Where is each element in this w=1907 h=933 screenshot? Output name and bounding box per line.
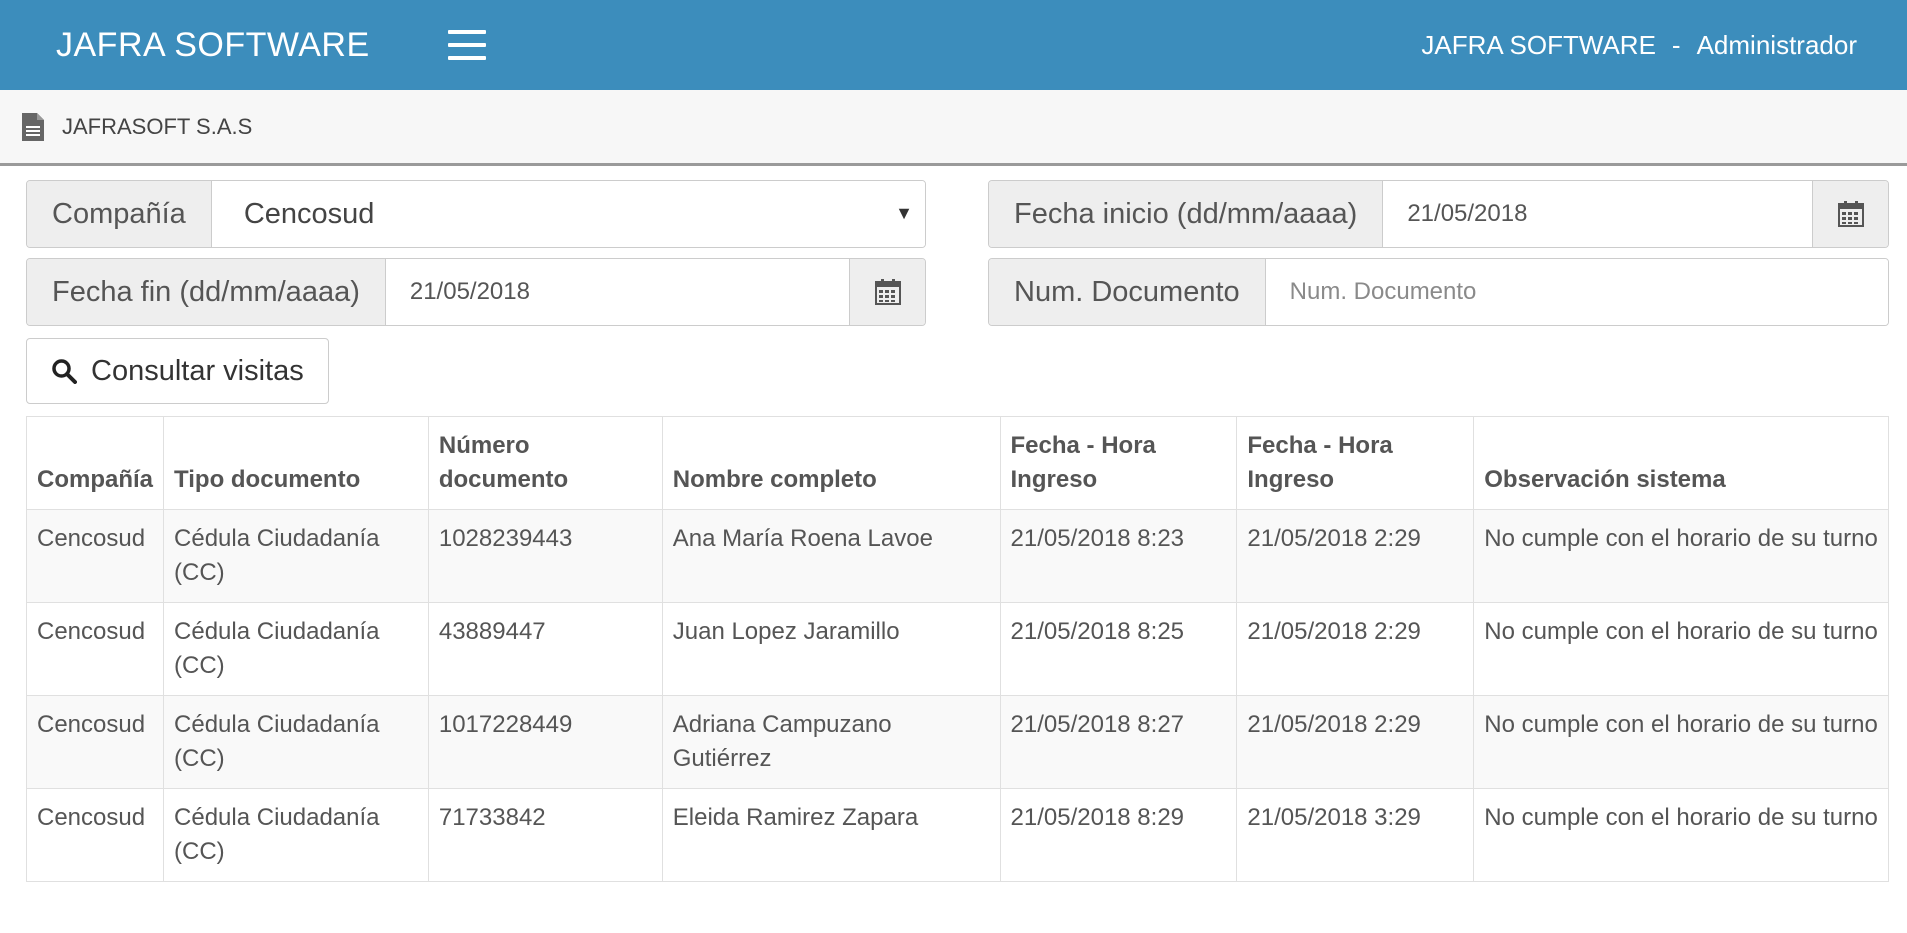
cell-doc-type: Cédula Ciudadanía (CC) bbox=[163, 695, 429, 789]
col-header-entry-2[interactable]: Fecha - Hora Ingreso bbox=[1236, 416, 1475, 510]
visits-table: Compañía Tipo documento Número documento… bbox=[25, 416, 1889, 882]
cell-observation: No cumple con el horario de su turno bbox=[1473, 602, 1889, 696]
company-label: Compañía bbox=[27, 181, 212, 247]
user-menu[interactable]: JAFRA SOFTWARE - Administrador bbox=[1421, 30, 1857, 61]
cell-doc-num: 71733842 bbox=[427, 788, 663, 882]
start-date-input-group: Fecha inicio (dd/mm/aaaa) 21/05/2018 bbox=[988, 180, 1889, 248]
cell-full-name: Eleida Ramirez Zapara bbox=[661, 788, 1001, 882]
user-role: Administrador bbox=[1696, 29, 1857, 60]
start-date-label: Fecha inicio (dd/mm/aaaa) bbox=[989, 181, 1384, 247]
cell-full-name: Adriana Campuzano Gutiérrez bbox=[661, 695, 1001, 789]
calendar-icon bbox=[874, 279, 901, 305]
brand-logo[interactable]: JAFRA SOFTWARE bbox=[56, 26, 370, 65]
start-date-calendar-button[interactable] bbox=[1812, 181, 1888, 247]
cell-entry-2: 21/05/2018 2:29 bbox=[1236, 695, 1475, 789]
cell-company: Cencosud bbox=[25, 602, 165, 696]
cell-entry-1: 21/05/2018 8:27 bbox=[999, 695, 1238, 789]
cell-entry-2: 21/05/2018 2:29 bbox=[1236, 509, 1475, 603]
col-header-observation[interactable]: Observación sistema bbox=[1473, 416, 1889, 510]
col-header-company[interactable]: Compañía bbox=[25, 416, 165, 510]
cell-full-name: Juan Lopez Jaramillo bbox=[661, 602, 1001, 696]
table-row[interactable]: Cencosud Cédula Ciudadanía (CC) 10172284… bbox=[25, 695, 1889, 789]
doc-num-input-group: Num. Documento Num. Documento bbox=[988, 258, 1889, 326]
doc-num-input[interactable]: Num. Documento bbox=[1265, 259, 1888, 325]
doc-num-label: Num. Documento bbox=[989, 259, 1266, 325]
breadcrumb: JAFRASOFT S.A.S bbox=[0, 90, 1907, 166]
company-select-value: Cencosud bbox=[243, 197, 375, 230]
consult-visits-label: Consultar visitas bbox=[91, 354, 304, 387]
cell-company: Cencosud bbox=[25, 788, 165, 882]
main-content: Compañía Cencosud ▼ Fecha inicio (dd/mm/… bbox=[0, 166, 1907, 882]
company-select[interactable]: Cencosud ▼ bbox=[211, 181, 925, 247]
cell-company: Cencosud bbox=[25, 509, 165, 603]
table-row[interactable]: Cencosud Cédula Ciudadanía (CC) 71733842… bbox=[25, 788, 1889, 882]
end-date-label: Fecha fin (dd/mm/aaaa) bbox=[27, 259, 386, 325]
cell-company: Cencosud bbox=[25, 695, 165, 789]
cell-entry-2: 21/05/2018 2:29 bbox=[1236, 602, 1475, 696]
end-date-calendar-button[interactable] bbox=[849, 259, 925, 325]
cell-observation: No cumple con el horario de su turno bbox=[1473, 788, 1889, 882]
col-header-doc-type[interactable]: Tipo documento bbox=[163, 416, 429, 510]
end-date-input-group: Fecha fin (dd/mm/aaaa) 21/05/2018 bbox=[26, 258, 926, 326]
cell-doc-num: 43889447 bbox=[427, 602, 663, 696]
consult-visits-button[interactable]: Consultar visitas bbox=[26, 338, 329, 404]
search-icon bbox=[52, 359, 77, 384]
start-date-input[interactable]: 21/05/2018 bbox=[1383, 181, 1812, 247]
form-row-1: Compañía Cencosud ▼ Fecha inicio (dd/mm/… bbox=[26, 180, 1889, 248]
table-row[interactable]: Cencosud Cédula Ciudadanía (CC) 10282394… bbox=[25, 509, 1889, 603]
document-icon bbox=[22, 112, 44, 141]
cell-doc-type: Cédula Ciudadanía (CC) bbox=[163, 509, 429, 603]
calendar-icon bbox=[1837, 201, 1864, 227]
cell-entry-1: 21/05/2018 8:29 bbox=[999, 788, 1238, 882]
menu-toggle-icon[interactable] bbox=[447, 30, 486, 60]
col-header-entry-1[interactable]: Fecha - Hora Ingreso bbox=[999, 416, 1238, 510]
cell-doc-type: Cédula Ciudadanía (CC) bbox=[163, 788, 429, 882]
caret-down-icon: ▼ bbox=[895, 203, 913, 223]
company-input-group: Compañía Cencosud ▼ bbox=[26, 180, 926, 248]
user-company: JAFRA SOFTWARE bbox=[1421, 29, 1656, 60]
table-header-row: Compañía Tipo documento Número documento… bbox=[25, 416, 1889, 510]
col-header-full-name[interactable]: Nombre completo bbox=[661, 416, 1001, 510]
breadcrumb-company[interactable]: JAFRASOFT S.A.S bbox=[62, 114, 252, 140]
cell-doc-num: 1028239443 bbox=[427, 509, 663, 603]
cell-entry-2: 21/05/2018 3:29 bbox=[1236, 788, 1475, 882]
user-separator: - bbox=[1671, 29, 1681, 60]
cell-entry-1: 21/05/2018 8:23 bbox=[999, 509, 1238, 603]
end-date-input[interactable]: 21/05/2018 bbox=[385, 259, 849, 325]
cell-entry-1: 21/05/2018 8:25 bbox=[999, 602, 1238, 696]
navbar-left: JAFRA SOFTWARE bbox=[56, 26, 486, 65]
cell-doc-type: Cédula Ciudadanía (CC) bbox=[163, 602, 429, 696]
cell-observation: No cumple con el horario de su turno bbox=[1473, 509, 1889, 603]
cell-full-name: Ana María Roena Lavoe bbox=[661, 509, 1001, 603]
cell-observation: No cumple con el horario de su turno bbox=[1473, 695, 1889, 789]
cell-doc-num: 1017228449 bbox=[427, 695, 663, 789]
table-row[interactable]: Cencosud Cédula Ciudadanía (CC) 43889447… bbox=[25, 602, 1889, 696]
form-row-2: Fecha fin (dd/mm/aaaa) 21/05/2018 Num. D… bbox=[26, 258, 1889, 326]
col-header-doc-num[interactable]: Número documento bbox=[427, 416, 663, 510]
top-navbar: JAFRA SOFTWARE JAFRA SOFTWARE - Administ… bbox=[0, 0, 1907, 90]
